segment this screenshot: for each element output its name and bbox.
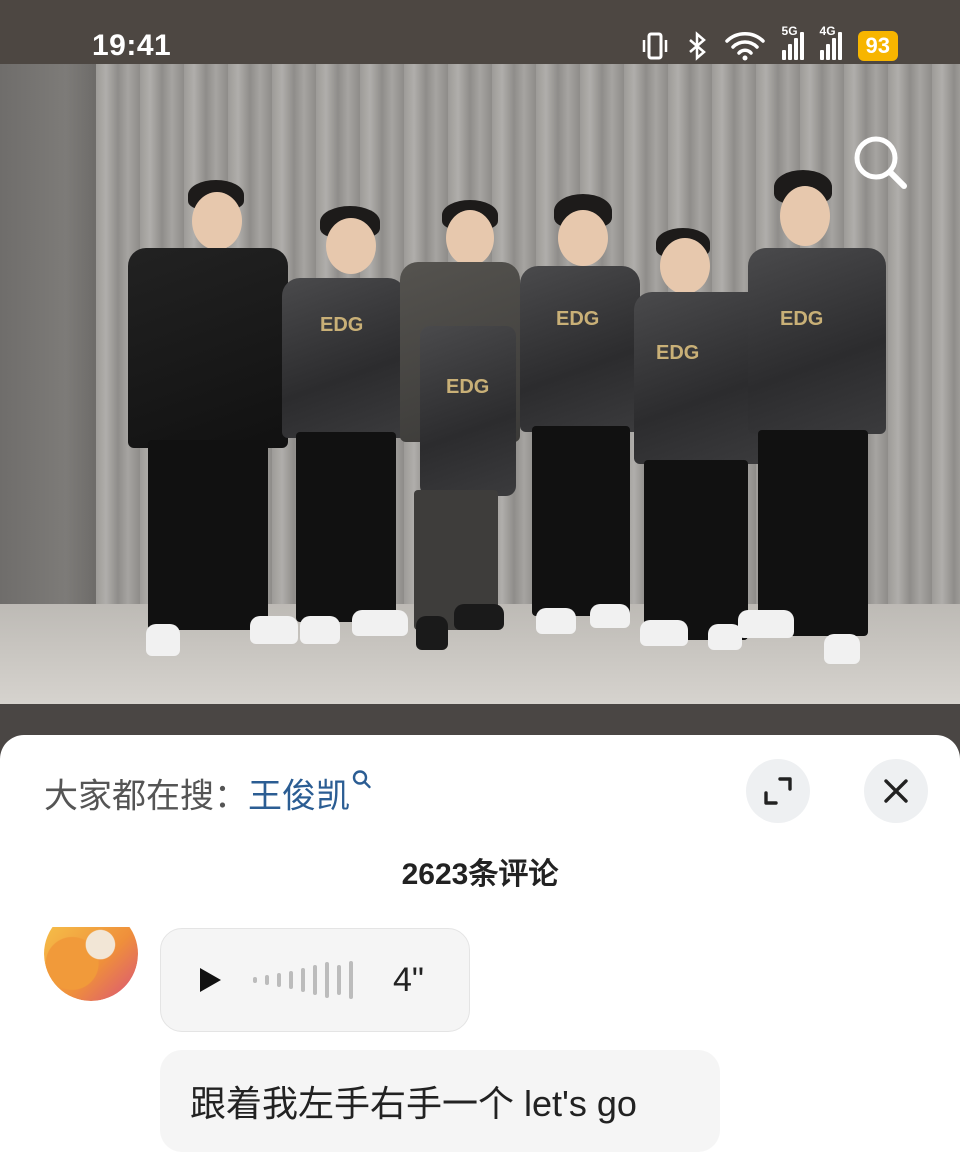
play-icon[interactable]: [197, 966, 223, 994]
jersey-logo: EDG: [556, 308, 600, 330]
hot-search-term[interactable]: 王俊凯: [248, 778, 350, 816]
hot-search-label: 大家都在搜：: [44, 777, 248, 816]
avatar[interactable]: [44, 927, 138, 1001]
expand-button[interactable]: [746, 759, 810, 823]
voice-duration: 4": [393, 960, 424, 999]
vibrate-icon: [642, 32, 667, 60]
voice-waveform-icon: [253, 961, 353, 999]
jersey-logo: EDG: [656, 342, 700, 364]
wifi-icon: [724, 32, 765, 61]
signal-5g-icon: 5G: [781, 24, 804, 60]
close-icon: [884, 779, 908, 803]
status-bar: 19:41 5G 4G 93: [0, 0, 960, 64]
search-icon[interactable]: [852, 134, 908, 190]
network-label-5g: 5G: [781, 24, 798, 38]
hot-search-bar: 大家都在搜：王俊凯: [44, 769, 372, 818]
bluetooth-icon: [688, 31, 706, 61]
hot-search-link[interactable]: 王俊凯: [248, 770, 372, 816]
signal-4g-icon: 4G: [819, 24, 842, 60]
close-button[interactable]: [864, 759, 928, 823]
search-small-icon: [352, 770, 371, 789]
network-label-4g: 4G: [819, 24, 836, 38]
jersey-logo: EDG: [780, 308, 824, 330]
expand-icon: [764, 777, 792, 805]
comment-text[interactable]: 跟着我左手右手一个 let's go: [160, 1050, 720, 1152]
voice-comment[interactable]: 4": [160, 928, 470, 1032]
battery-indicator: 93: [857, 31, 898, 61]
post-photo[interactable]: EDG EDG EDG EDG EDG: [0, 64, 960, 704]
status-time: 19:41: [92, 29, 172, 62]
comments-sheet: 大家都在搜：王俊凯 2623条评论 4" 跟着我左手右手一个 let's go: [0, 735, 960, 1164]
jersey-logo: EDG: [320, 314, 364, 336]
status-icons: 5G 4G 93: [640, 24, 898, 61]
jersey-logo: EDG: [446, 376, 490, 398]
comment-count: 2623条评论: [401, 858, 559, 891]
